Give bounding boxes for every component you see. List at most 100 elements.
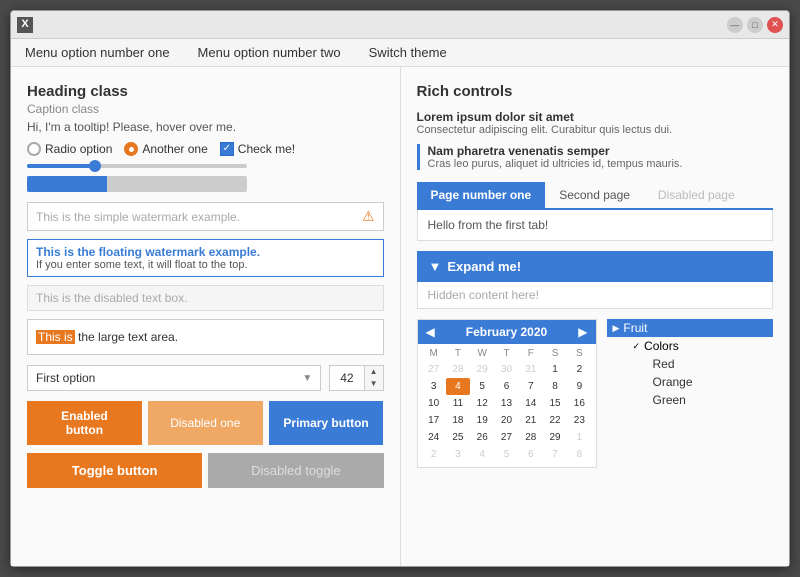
radio-item-1[interactable]: Radio option [27, 142, 112, 156]
cal-day[interactable]: 11 [446, 395, 470, 412]
menu-item-3[interactable]: Switch theme [365, 43, 451, 62]
cal-day[interactable]: 1 [567, 429, 591, 446]
minimize-button[interactable]: — [727, 17, 743, 33]
cal-day[interactable]: 2 [567, 361, 591, 378]
cal-day[interactable]: 8 [567, 446, 591, 463]
calendar-days: 27 28 29 30 31 1 2 3 4 5 6 7 [422, 361, 592, 463]
cal-day[interactable]: 12 [470, 395, 494, 412]
accordion-button[interactable]: ▼ Expand me! [417, 251, 774, 282]
cal-day[interactable]: 1 [543, 361, 567, 378]
cal-day[interactable]: 13 [494, 395, 518, 412]
calendar-next-button[interactable]: ▶ [578, 325, 587, 339]
select-box[interactable]: First option ▼ [27, 365, 321, 391]
cal-day[interactable]: 8 [543, 378, 567, 395]
tree-arrow-icon: ▶ [613, 323, 620, 334]
cal-day[interactable]: 24 [422, 429, 446, 446]
cal-day[interactable]: 28 [519, 429, 543, 446]
cal-day[interactable]: 14 [519, 395, 543, 412]
cal-day[interactable]: 3 [446, 446, 470, 463]
close-button[interactable]: ✕ [767, 17, 783, 33]
cal-day[interactable]: 9 [567, 378, 591, 395]
cal-day[interactable]: 4 [470, 446, 494, 463]
tree-item-fruit[interactable]: ▶ Fruit [607, 319, 774, 337]
cal-day[interactable]: 7 [519, 378, 543, 395]
toggle-button[interactable]: Toggle button [27, 453, 202, 488]
maximize-button[interactable]: □ [747, 17, 763, 33]
cal-day[interactable]: 5 [470, 378, 494, 395]
checkbox-checked[interactable] [220, 142, 234, 156]
tree-child-orange-label: Orange [653, 375, 693, 389]
floating-watermark-box[interactable]: This is the floating watermark example. … [27, 239, 384, 277]
calendar-prev-button[interactable]: ◀ [426, 325, 435, 339]
spinner-up-button[interactable]: ▲ [365, 366, 383, 378]
cal-day[interactable]: 3 [422, 378, 446, 395]
cal-day[interactable]: 2 [422, 446, 446, 463]
tree-child-red[interactable]: Red [647, 355, 774, 373]
title-bar-left: X [17, 17, 33, 33]
spinner-box[interactable]: 42 ▲ ▼ [329, 365, 383, 391]
left-panel: Heading class Caption class Hi, I'm a to… [11, 67, 401, 566]
radio-item-2[interactable]: Another one [124, 142, 207, 156]
accordion-arrow-icon: ▼ [429, 259, 442, 274]
menu-item-2[interactable]: Menu option number two [194, 43, 345, 62]
cal-day[interactable]: 27 [494, 429, 518, 446]
tree-child-red-label: Red [653, 357, 675, 371]
slider-thumb[interactable] [89, 160, 101, 172]
spinner-down-button[interactable]: ▼ [365, 378, 383, 390]
progress-bar [27, 176, 247, 192]
slider-fill [27, 164, 97, 168]
calendar-days-header: M T W T F S S [422, 348, 592, 359]
radio-circle-2[interactable] [124, 142, 138, 156]
cal-day[interactable]: 15 [543, 395, 567, 412]
calendar-tree-container: ◀ February 2020 ▶ M T W T F S S [417, 319, 774, 468]
cal-day-today[interactable]: 4 [446, 378, 470, 395]
slider-track[interactable] [27, 164, 247, 168]
cal-day[interactable]: 28 [446, 361, 470, 378]
cal-day[interactable]: 23 [567, 412, 591, 429]
radio-circle-1[interactable] [27, 142, 41, 156]
cal-day[interactable]: 20 [494, 412, 518, 429]
cal-day[interactable]: 18 [446, 412, 470, 429]
tooltip-text: Hi, I'm a tooltip! Please, hover over me… [27, 120, 384, 134]
cal-day[interactable]: 31 [519, 361, 543, 378]
title-bar: X — □ ✕ [11, 11, 789, 39]
tab-second-page[interactable]: Second page [545, 182, 644, 208]
cal-day[interactable]: 29 [470, 361, 494, 378]
progress-bar-container [27, 176, 384, 192]
cal-day[interactable]: 17 [422, 412, 446, 429]
cal-day[interactable]: 10 [422, 395, 446, 412]
cal-day[interactable]: 6 [519, 446, 543, 463]
caption-label: Caption class [27, 102, 384, 116]
menu-item-1[interactable]: Menu option number one [21, 43, 174, 62]
checkbox-item[interactable]: Check me! [220, 142, 295, 156]
lorem-block-1: Lorem ipsum dolor sit amet Consectetur a… [417, 110, 774, 136]
cal-day[interactable]: 19 [470, 412, 494, 429]
cal-day[interactable]: 29 [543, 429, 567, 446]
tree-children: Red Orange Green [627, 355, 774, 409]
large-text-area[interactable]: This is the large text area. [27, 319, 384, 355]
calendar-header: ◀ February 2020 ▶ [418, 320, 596, 344]
enabled-button[interactable]: Enabled button [27, 401, 142, 445]
cal-day[interactable]: 6 [494, 378, 518, 395]
cal-day[interactable]: 26 [470, 429, 494, 446]
cal-day[interactable]: 16 [567, 395, 591, 412]
disabled-text: This is the disabled text box. [36, 291, 187, 305]
primary-button[interactable]: Primary button [269, 401, 384, 445]
progress-fill [27, 176, 107, 192]
cal-day[interactable]: 27 [422, 361, 446, 378]
cal-day[interactable]: 25 [446, 429, 470, 446]
tree-child-green[interactable]: Green [647, 391, 774, 409]
cal-day[interactable]: 22 [543, 412, 567, 429]
tree-child-group: ✓ Colors Red Orange Green [607, 337, 774, 409]
tree-item-colors[interactable]: ✓ Colors [627, 337, 774, 355]
cal-day[interactable]: 5 [494, 446, 518, 463]
radio-checkbox-row: Radio option Another one Check me! [27, 142, 384, 156]
tab-page-one[interactable]: Page number one [417, 182, 546, 208]
cal-day[interactable]: 21 [519, 412, 543, 429]
tree-child-orange[interactable]: Orange [647, 373, 774, 391]
simple-watermark-input[interactable]: This is the simple watermark example. ⚠ [27, 202, 384, 231]
large-text-content: This is the large text area. [36, 330, 178, 344]
cal-day[interactable]: 7 [543, 446, 567, 463]
cal-day[interactable]: 30 [494, 361, 518, 378]
radio-label-1: Radio option [45, 142, 112, 156]
